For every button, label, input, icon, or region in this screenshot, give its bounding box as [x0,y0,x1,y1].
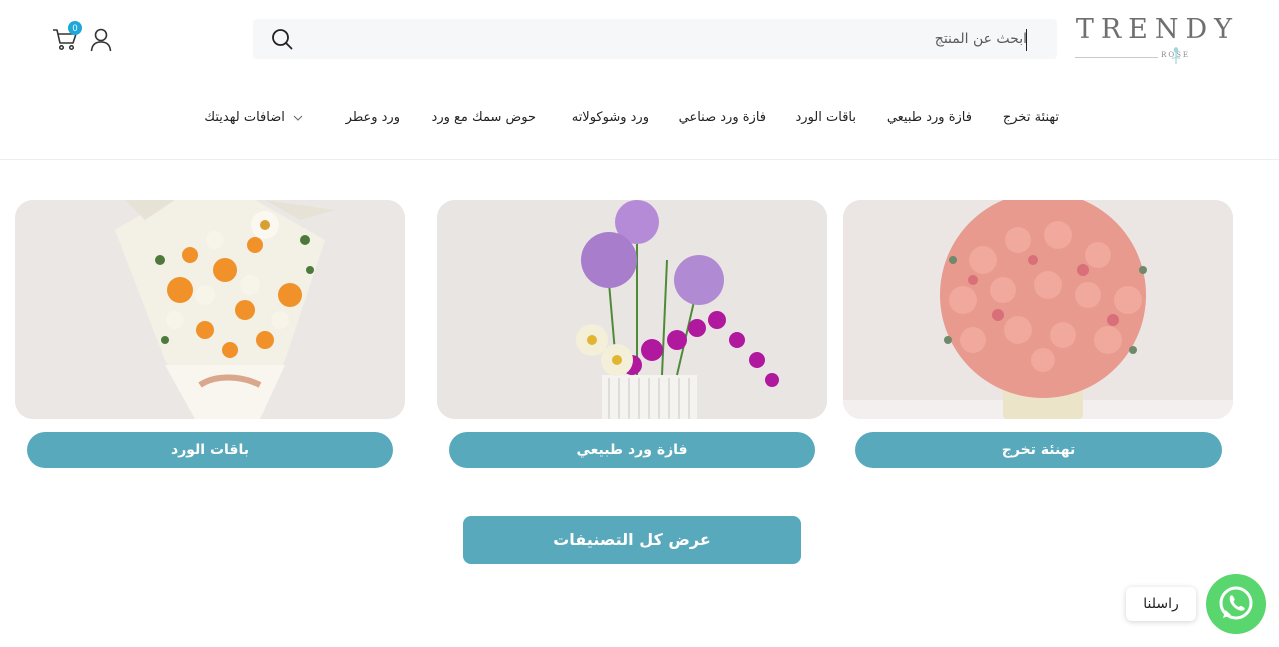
pink-rose-vase-image [843,200,1233,419]
main-nav: تهنئة تخرج فازة ورد طبيعي باقات الورد فا… [0,104,1279,136]
whatsapp-button[interactable] [1206,574,1266,634]
category-button-natural-vase[interactable]: فازة ورد طبيعي [449,432,815,468]
brand-logo[interactable]: TRENDY ROSE [1073,14,1239,66]
nav-item-aquarium[interactable]: حوض سمك مع ورد [432,110,536,125]
site-header: TRENDY ROSE 0 [0,0,1279,80]
search-input[interactable] [327,19,1027,59]
category-button-graduation[interactable]: تهنئة تخرج [855,432,1222,468]
nav-item-artificial-vase[interactable]: فازة ورد صناعي [679,110,766,125]
view-all-categories-button[interactable]: عرض كل التصنيفات [463,516,801,564]
search-bar [253,19,1057,59]
purple-orchid-image [437,200,827,419]
rose-icon [1171,47,1181,64]
category-image-natural-vase[interactable] [437,200,827,419]
whatsapp-label[interactable]: راسلنا [1126,587,1196,621]
nav-item-chocolate[interactable]: ورد وشوكولاته [572,110,649,125]
category-button-bouquets[interactable]: باقات الورد [27,432,393,468]
nav-divider [0,159,1279,160]
nav-item-graduation[interactable]: تهنئة تخرج [1003,110,1059,125]
cart-button[interactable]: 0 [52,21,82,52]
text-caret [1026,29,1027,51]
nav-item-addons[interactable]: اضافات لهديتك [204,110,303,125]
nav-item-perfume[interactable]: ورد وعطر [346,110,400,125]
search-icon[interactable] [271,28,293,50]
chevron-down-icon [293,115,303,121]
nav-item-natural-vase[interactable]: فازة ورد طبيعي [887,110,972,125]
category-image-graduation[interactable] [843,200,1233,419]
brand-name: TRENDY [1075,14,1239,45]
category-image-bouquets[interactable] [15,200,405,419]
user-icon[interactable] [90,28,112,52]
nav-item-addons-label: اضافات لهديتك [204,110,285,125]
cart-count-badge: 0 [68,21,82,35]
nav-item-bouquets[interactable]: باقات الورد [796,110,856,125]
orange-white-bouquet-image [15,200,405,419]
whatsapp-icon [1219,586,1253,620]
